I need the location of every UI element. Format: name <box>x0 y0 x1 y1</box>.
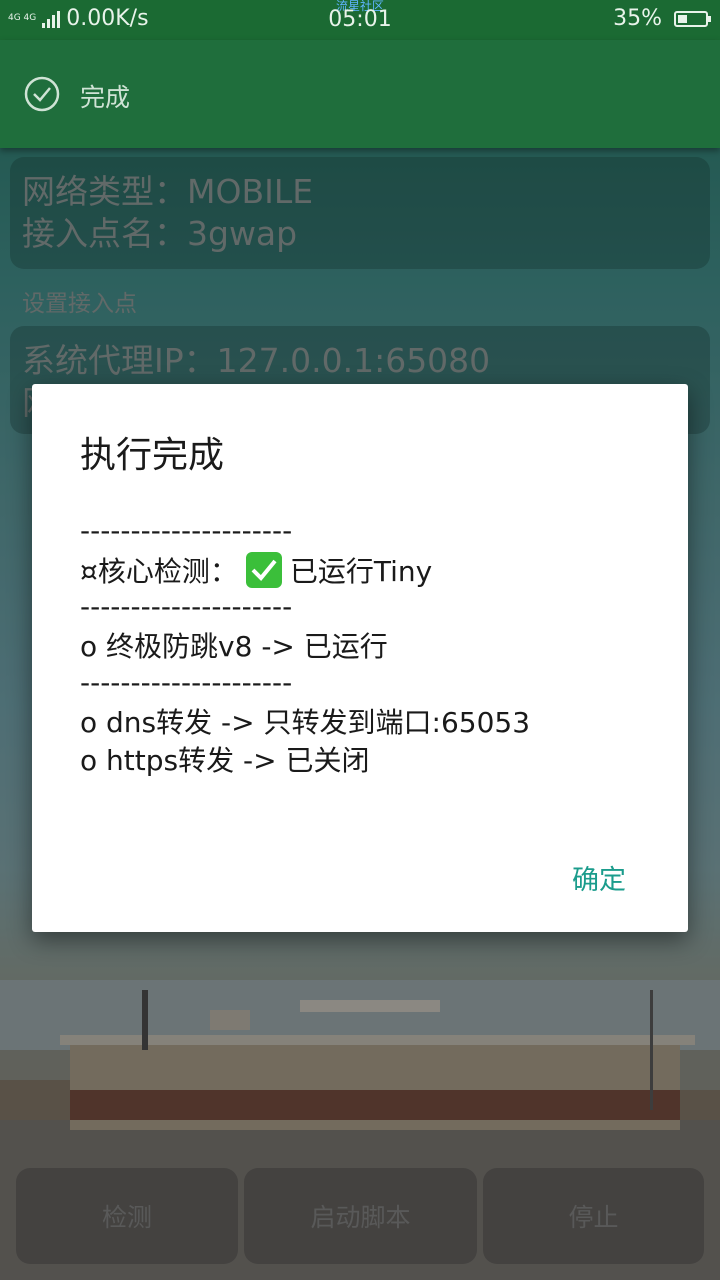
app-bar: 完成 <box>0 40 720 148</box>
status-center: 流星社区 05:01 <box>0 0 720 31</box>
separator-line: --------------------- <box>80 666 293 699</box>
battery-icon <box>674 10 711 27</box>
antijump-line: o 终极防跳v8 -> 已运行 <box>80 630 388 663</box>
app-bar-title[interactable]: 完成 <box>80 78 130 114</box>
clock: 05:01 <box>328 7 392 32</box>
dialog-title: 执行完成 <box>80 435 225 476</box>
core-check-status: 已运行Tiny <box>289 555 433 588</box>
separator-line: --------------------- <box>80 590 293 623</box>
dns-forward-line: o dns转发 -> 只转发到端口:65053 <box>80 706 531 739</box>
core-check-prefix: ¤核心检测： <box>80 555 238 588</box>
status-bar: 4G 4G 0.00K/s 流星社区 05:01 35% <box>0 0 720 40</box>
https-forward-line: o https转发 -> 已关闭 <box>80 744 370 777</box>
check-circle-icon[interactable] <box>24 76 60 112</box>
screen: 4G 4G 0.00K/s 流星社区 05:01 35% 完成 网络类型：MOB… <box>0 0 720 1280</box>
battery-percent: 35% <box>613 6 662 31</box>
battery-fill <box>678 14 687 23</box>
separator-line: --------------------- <box>80 514 293 547</box>
ok-button[interactable]: 确定 <box>572 858 626 897</box>
status-right: 35% <box>613 6 711 31</box>
white-check-mark-icon <box>245 552 282 588</box>
core-check-line: ¤核心检测： 已运行Tiny <box>80 552 432 591</box>
